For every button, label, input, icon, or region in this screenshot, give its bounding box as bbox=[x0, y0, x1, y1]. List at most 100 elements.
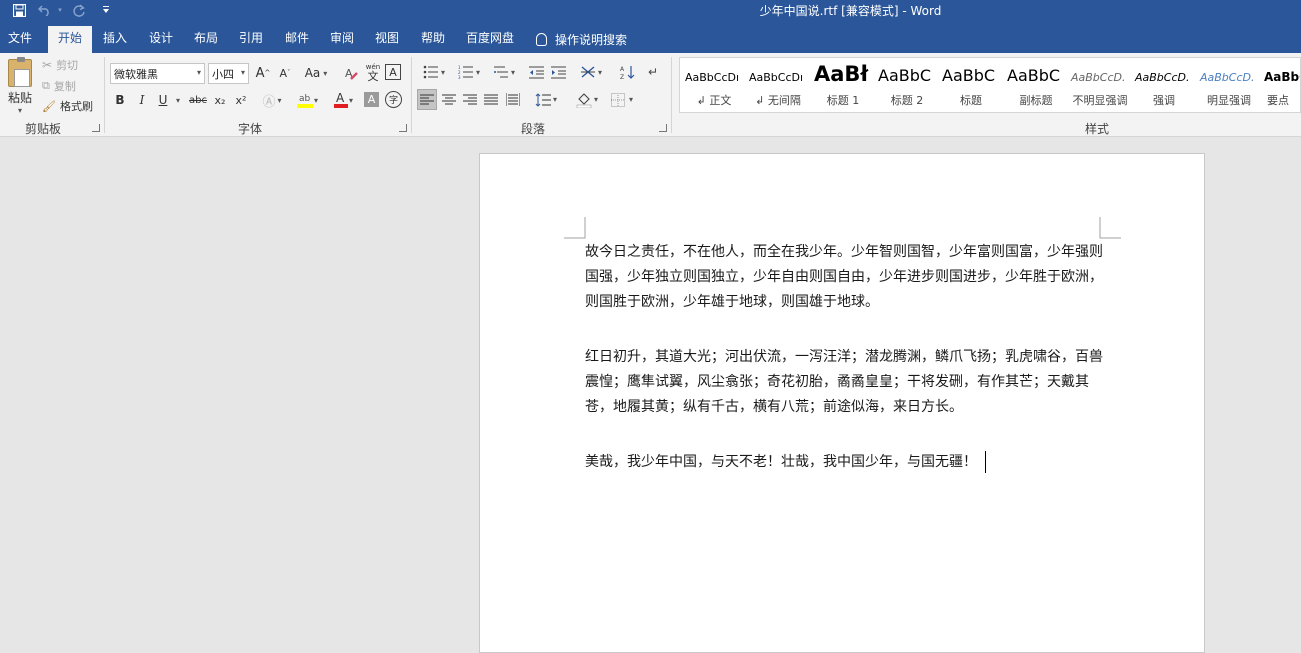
copy-button[interactable]: ⧉ 复制 bbox=[42, 78, 76, 94]
document-paragraph[interactable]: 故今日之责任，不在他人，而全在我少年。少年智则国智，少年富则国富，少年强则国强，… bbox=[585, 240, 1105, 315]
italic-button[interactable]: I bbox=[134, 91, 150, 109]
strikethrough-button[interactable]: abc bbox=[188, 91, 208, 109]
line-spacing-icon bbox=[535, 92, 551, 107]
grow-font-button[interactable]: A ^ bbox=[254, 64, 272, 82]
clipboard-dialog-launcher-icon[interactable] bbox=[92, 124, 100, 132]
paragraph-dialog-launcher-icon[interactable] bbox=[659, 124, 667, 132]
tab-view[interactable]: 视图 bbox=[370, 27, 404, 53]
distributed-button[interactable] bbox=[503, 90, 522, 109]
decrease-indent-button[interactable] bbox=[527, 63, 545, 81]
group-divider bbox=[411, 57, 412, 133]
character-border-button[interactable]: A bbox=[385, 64, 401, 80]
styles-group-label: 样式 bbox=[1084, 122, 1109, 136]
style-heading-1[interactable]: AaBł 标题 1 bbox=[811, 58, 875, 112]
increase-indent-button[interactable] bbox=[549, 63, 567, 81]
align-right-button[interactable] bbox=[460, 90, 479, 109]
tab-design[interactable]: 设计 bbox=[144, 27, 178, 53]
bold-icon: B bbox=[115, 93, 125, 107]
style-subtitle[interactable]: AaBbC 副标题 bbox=[1004, 58, 1068, 112]
font-size-combo[interactable]: 小四 ▾ bbox=[208, 63, 249, 84]
tab-file[interactable]: 文件 bbox=[0, 27, 40, 53]
copy-label: 复制 bbox=[53, 80, 76, 93]
tab-references[interactable]: 引用 bbox=[234, 27, 268, 53]
style-heading-2[interactable]: AaBbC 标题 2 bbox=[875, 58, 939, 112]
bullets-button[interactable]: ▾ bbox=[418, 63, 450, 81]
align-center-button[interactable] bbox=[439, 90, 458, 109]
clear-formatting-icon: A bbox=[345, 67, 358, 80]
tab-help[interactable]: 帮助 bbox=[416, 27, 450, 53]
document-page[interactable]: 故今日之责任，不在他人，而全在我少年。少年智则国智，少年富则国富，少年强则国强，… bbox=[479, 153, 1205, 653]
style-name: 标题 bbox=[960, 94, 982, 107]
paste-button[interactable]: 粘贴 ▾ bbox=[4, 57, 36, 115]
paintbrush-icon: 🖌 bbox=[42, 99, 56, 113]
phonetic-guide-button[interactable]: wén 文 bbox=[364, 62, 382, 82]
shrink-font-icon: A bbox=[279, 66, 288, 80]
cut-button[interactable]: ✂ 剪切 bbox=[42, 57, 78, 73]
window-title: 少年中国说.rtf [兼容模式] - Word bbox=[759, 4, 942, 18]
subscript-button[interactable]: x₂ bbox=[211, 91, 229, 109]
superscript-icon: x² bbox=[235, 93, 247, 107]
paint-bucket-icon bbox=[576, 92, 592, 108]
font-name-combo[interactable]: 微软雅黑 ▾ bbox=[110, 63, 205, 84]
shrink-font-button[interactable]: Aˇ bbox=[276, 64, 294, 82]
format-painter-button[interactable]: 🖌 格式刷 bbox=[42, 98, 93, 114]
style-subtle-emphasis[interactable]: AaBbCcD. 不明显强调 bbox=[1068, 58, 1132, 112]
style-normal[interactable]: AaBbCcDı ↲ 正文 bbox=[682, 58, 746, 112]
ribbon-home: 粘贴 ▾ ✂ 剪切 ⧉ 复制 🖌 格式刷 剪贴板 微软雅黑 ▾ 小四 ▾ A ^ … bbox=[0, 53, 1301, 137]
paste-label: 粘贴 bbox=[7, 91, 32, 105]
clear-formatting-button[interactable]: A bbox=[342, 64, 360, 82]
sort-button[interactable]: AZ bbox=[618, 63, 636, 81]
document-canvas: 故今日之责任，不在他人，而全在我少年。少年智则国智，少年富则国富，少年强则国强，… bbox=[0, 137, 1301, 653]
multilevel-list-button[interactable]: ▾ bbox=[488, 63, 520, 81]
bold-button[interactable]: B bbox=[112, 91, 128, 109]
change-case-button[interactable]: Aa ▾ bbox=[302, 64, 330, 82]
justify-button[interactable] bbox=[481, 90, 500, 109]
underline-button[interactable]: U bbox=[155, 91, 171, 109]
style-no-spacing[interactable]: AaBbCcDı ↲ 无间隔 bbox=[746, 58, 810, 112]
show-marks-button[interactable]: ↵ bbox=[645, 63, 661, 81]
numbering-button[interactable]: 123 ▾ bbox=[453, 63, 485, 81]
character-shading-button[interactable]: A bbox=[364, 92, 379, 107]
underline-icon: U bbox=[158, 93, 168, 107]
font-group-label: 字体 bbox=[237, 122, 262, 136]
highlight-button[interactable]: ab ▾ bbox=[292, 90, 322, 110]
style-preview: AaBł bbox=[814, 62, 869, 86]
align-left-icon bbox=[420, 94, 434, 104]
shading-button[interactable]: ▾ bbox=[573, 90, 601, 109]
chinese-layout-button[interactable]: ▾ bbox=[577, 63, 605, 81]
style-preview: AaBbC bbox=[878, 66, 932, 85]
document-paragraph[interactable]: 红日初升，其道大光；河出伏流，一泻汪洋；潜龙腾渊，鳞爪飞扬；乳虎啸谷，百兽震惶；… bbox=[585, 345, 1105, 420]
tab-baidu-netdisk[interactable]: 百度网盘 bbox=[462, 27, 518, 53]
tell-me-search[interactable]: 操作说明搜索 bbox=[536, 31, 627, 47]
font-dialog-launcher-icon[interactable] bbox=[399, 124, 407, 132]
borders-button[interactable]: ▾ bbox=[607, 90, 637, 109]
align-center-icon bbox=[441, 94, 456, 104]
style-name: 强调 bbox=[1153, 94, 1175, 107]
style-intense-emphasis[interactable]: AaBbCcD. 明显强调 bbox=[1197, 58, 1261, 112]
multilevel-list-icon bbox=[493, 66, 508, 78]
style-strong[interactable]: AaBbC 要点 bbox=[1261, 58, 1300, 112]
tab-review[interactable]: 审阅 bbox=[325, 27, 359, 53]
clipboard-group-label: 剪贴板 bbox=[24, 122, 61, 136]
change-case-icon: Aa bbox=[304, 66, 321, 80]
style-emphasis[interactable]: AaBbCcD. 强调 bbox=[1132, 58, 1196, 112]
style-title[interactable]: AaBbC 标题 bbox=[939, 58, 1003, 112]
line-spacing-button[interactable]: ▾ bbox=[532, 90, 560, 109]
superscript-button[interactable]: x² bbox=[232, 91, 250, 109]
tab-mailings[interactable]: 邮件 bbox=[280, 27, 314, 53]
numbering-icon: 123 bbox=[458, 65, 473, 79]
title-bar: ▾ 少年中国说.rtf [兼容模式] - Word bbox=[0, 0, 1301, 20]
document-paragraph[interactable]: 美哉，我少年中国，与天不老！壮哉，我中国少年，与国无疆！ bbox=[585, 450, 1105, 475]
style-name: 标题 1 bbox=[826, 94, 860, 107]
svg-text:ab: ab bbox=[299, 94, 311, 104]
text-effects-button[interactable]: Ⓐ ▾ bbox=[260, 91, 284, 110]
tab-insert[interactable]: 插入 bbox=[98, 27, 132, 53]
enclose-characters-button[interactable]: 字 bbox=[385, 91, 402, 108]
style-preview: AaBbCcD. bbox=[1200, 71, 1255, 84]
tab-layout[interactable]: 布局 bbox=[189, 27, 223, 53]
underline-dropdown-icon[interactable]: ▾ bbox=[173, 91, 183, 109]
align-left-button[interactable] bbox=[417, 89, 437, 110]
tab-home[interactable]: 开始 bbox=[48, 26, 92, 53]
font-color-button[interactable]: A ▾ bbox=[328, 90, 358, 110]
styles-gallery[interactable]: AaBbCcDı ↲ 正文 AaBbCcDı ↲ 无间隔 AaBł 标题 1 A… bbox=[679, 57, 1301, 113]
